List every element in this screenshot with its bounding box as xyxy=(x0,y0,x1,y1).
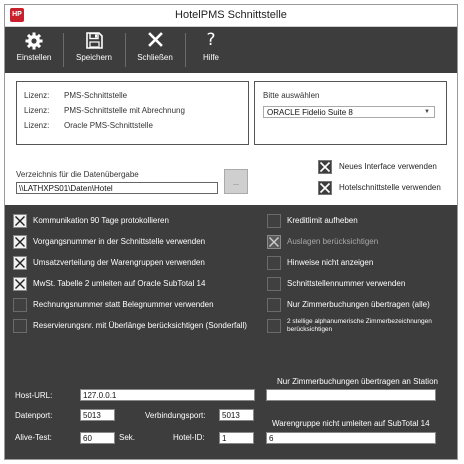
checkbox-hotelschnittstelle[interactable] xyxy=(318,181,332,195)
select-label: Bitte auswählen xyxy=(263,91,320,100)
checkbox-kreditlimit[interactable] xyxy=(267,214,281,228)
license-value: PMS-Schnittstelle mit Abrechnung xyxy=(64,106,185,115)
mwst-tabelle-label: MwSt. Tabelle 2 umleiten auf Oracle SubT… xyxy=(33,279,206,288)
checkbox-hinweise[interactable] xyxy=(267,256,281,270)
alive-test-input[interactable]: 60 xyxy=(80,432,115,444)
license-row: Lizenz: PMS-Schnittstelle mit Abrechnung xyxy=(24,106,185,118)
alive-test-unit: Sek. xyxy=(119,433,136,442)
host-url-input[interactable]: 127.0.0.1 xyxy=(80,389,255,401)
select-value: ORACLE Fidelio Suite 8 xyxy=(267,108,353,117)
license-box: Lizenz: PMS-Schnittstelle Lizenz: PMS-Schn… xyxy=(16,81,249,145)
floppy-disk-icon xyxy=(65,27,123,53)
toolbar-divider xyxy=(63,33,64,67)
hilfe-button[interactable]: ? Hilfe xyxy=(187,27,235,73)
checkbox-vorgangsnummer[interactable] xyxy=(13,235,27,249)
checkbox-reservierungsnr[interactable] xyxy=(13,319,27,333)
directory-label: Verzeichnis für die Datenübergabe xyxy=(16,170,139,179)
checkbox-neues-interface[interactable] xyxy=(318,160,332,174)
station-label: Nur Zimmerbuchungen übertragen an Statio… xyxy=(277,377,438,386)
vorgangsnummer-label: Vorgangsnummer in der Schnittstelle verw… xyxy=(33,237,206,246)
gear-icon xyxy=(7,27,61,53)
chevron-down-icon: ▼ xyxy=(424,109,430,115)
hinweise-label: Hinweise nicht anzeigen xyxy=(287,258,374,267)
checkbox-kommunikation[interactable] xyxy=(13,214,27,228)
window-title: HotelPMS Schnittstelle xyxy=(175,9,287,21)
host-url-label: Host-URL: xyxy=(15,391,53,400)
interface-select[interactable]: ORACLE Fidelio Suite 8 ▼ xyxy=(263,106,435,118)
kreditlimit-label: Kreditlimit aufheben xyxy=(287,216,358,225)
license-row: Lizenz: Oracle PMS-Schnittstelle xyxy=(24,121,153,133)
hotelschnittstelle-label: Hotelschnittstelle verwenden xyxy=(339,183,441,192)
checkbox-schnittstellennummer[interactable] xyxy=(267,277,281,291)
schliessen-label: Schließen xyxy=(137,53,173,62)
hotel-id-label: Hotel-ID: xyxy=(173,433,205,442)
hilfe-label: Hilfe xyxy=(202,53,219,62)
schnittstellennummer-label: Schnittstellennummer verwenden xyxy=(287,279,406,288)
zimmerbezeichnungen-label: 2 stellige alphanumerische Zimmerbezeich… xyxy=(287,318,432,333)
hotel-id-input[interactable]: 1 xyxy=(219,432,254,444)
station-input[interactable] xyxy=(266,389,436,401)
license-value: Oracle PMS-Schnittstelle xyxy=(64,121,153,130)
license-key: Lizenz: xyxy=(24,121,50,130)
title-bar: HP HotelPMS Schnittstelle xyxy=(5,5,457,27)
checkbox-rechnungsnummer[interactable] xyxy=(13,298,27,312)
settings-panel-bottom: Kommunikation 90 Tage protokollieren Vor… xyxy=(5,205,457,459)
datenport-label: Datenport: xyxy=(15,411,53,420)
app-window: HP HotelPMS Schnittstelle Einstellen Spe… xyxy=(4,4,458,460)
schliessen-button[interactable]: Schließen xyxy=(127,27,183,73)
license-value: PMS-Schnittstelle xyxy=(64,91,128,100)
license-key: Lizenz: xyxy=(24,91,50,100)
speichern-button[interactable]: Speichern xyxy=(65,27,123,73)
verbindungsport-input[interactable]: 5013 xyxy=(219,409,254,421)
warengruppe-input[interactable]: 6 xyxy=(266,432,436,444)
checkbox-mwst-tabelle[interactable] xyxy=(13,277,27,291)
question-mark-icon: ? xyxy=(206,30,216,50)
neues-interface-label: Neues Interface verwenden xyxy=(339,162,437,171)
close-icon xyxy=(127,27,183,53)
license-key: Lizenz: xyxy=(24,106,50,115)
license-row: Lizenz: PMS-Schnittstelle xyxy=(24,91,127,103)
settings-panel-top: Lizenz: PMS-Schnittstelle Lizenz: PMS-Schn… xyxy=(5,73,457,205)
toolbar-divider xyxy=(185,33,186,67)
interface-select-box: Bitte auswählen ORACLE Fidelio Suite 8 ▼ xyxy=(254,81,447,145)
umsatzverteilung-label: Umsatzverteilung der Warengruppen verwen… xyxy=(33,258,205,267)
einstellen-button[interactable]: Einstellen xyxy=(7,27,61,73)
nur-zimmerbuchungen-label: Nur Zimmerbuchungen übertragen (alle) xyxy=(287,300,430,309)
checkbox-auslagen[interactable] xyxy=(267,235,281,249)
alive-test-label: Alive-Test: xyxy=(15,433,52,442)
browse-button[interactable]: ... xyxy=(224,169,248,194)
auslagen-label: Auslagen berücksichtigen xyxy=(287,237,379,246)
directory-input[interactable]: \\LATHXPS01\Daten\Hotel xyxy=(16,182,218,194)
verbindungsport-label: Verbindungsport: xyxy=(145,411,206,420)
checkbox-umsatzverteilung[interactable] xyxy=(13,256,27,270)
rechnungsnummer-label: Rechnungsnummer statt Belegnummer verwen… xyxy=(33,300,214,309)
warengruppe-label: Warengruppe nicht umleiten auf SubTotal … xyxy=(272,419,430,428)
toolbar: Einstellen Speichern Schließen ? Hilfe xyxy=(5,27,457,73)
speichern-label: Speichern xyxy=(75,53,113,62)
kommunikation-label: Kommunikation 90 Tage protokollieren xyxy=(33,216,169,225)
datenport-input[interactable]: 5013 xyxy=(80,409,115,421)
checkbox-nur-zimmerbuchungen[interactable] xyxy=(267,298,281,312)
checkbox-zimmerbezeichnungen[interactable] xyxy=(267,319,281,333)
toolbar-divider xyxy=(125,33,126,67)
reservierungsnr-label: Reservierungsnr. mit Überlänge berücksic… xyxy=(33,321,247,330)
einstellen-label: Einstellen xyxy=(16,53,52,62)
